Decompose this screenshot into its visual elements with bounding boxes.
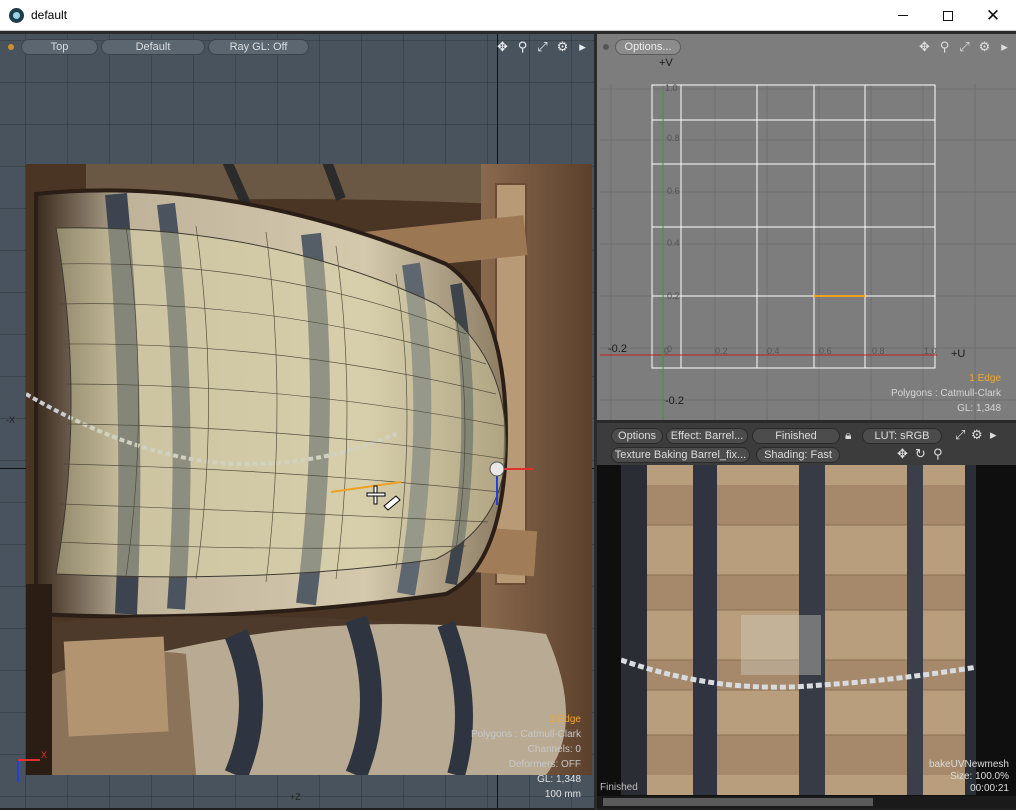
expand-icon[interactable]: ⤢: [955, 427, 965, 443]
effect-dropdown[interactable]: Effect: Barrel...: [666, 428, 748, 444]
maximize-icon: [943, 10, 953, 21]
uv-gl-count: GL: 1,348: [957, 403, 1001, 414]
baked-texture-image: [621, 465, 989, 795]
u-tick: 0.8: [872, 346, 885, 356]
viewport-tools: ✥ ⚲ ⤢ ⚙ ▸: [495, 39, 590, 54]
u-tick: 0.2: [715, 346, 728, 356]
v-tick: 1.0: [665, 83, 678, 93]
shading-dropdown[interactable]: Shading: Fast: [756, 447, 840, 463]
v-tick: 0.2: [667, 291, 680, 301]
app-icon: [9, 8, 24, 23]
fit-icon[interactable]: ⤢: [535, 39, 550, 54]
u-tick: 1.0: [924, 346, 937, 356]
expand-arrow-icon[interactable]: ▸: [575, 39, 590, 54]
move-icon[interactable]: ✥: [495, 39, 510, 54]
uv-grid: [600, 84, 1016, 420]
bake-preview-viewport[interactable]: Options Effect: Barrel... Finished 🔒︎ LU…: [597, 423, 1016, 808]
v-tick: 0.8: [667, 133, 680, 143]
lock-icon[interactable]: 🔒︎: [845, 428, 851, 443]
render-status-button[interactable]: Finished: [752, 428, 840, 444]
view-type-button[interactable]: Top: [21, 39, 98, 55]
uv-selection-count: 1 Edge: [969, 373, 1001, 384]
maximize-button[interactable]: [925, 0, 971, 31]
u-tick: -0.2: [608, 343, 627, 355]
window-titlebar: default ✕: [0, 0, 1016, 31]
bake-info: bakeUVNewmesh Size: 100.0% 00:00:21: [929, 759, 1009, 795]
window-title: default: [31, 8, 68, 22]
polygon-type: Polygons : Catmull-Clark: [470, 729, 581, 740]
v-tick: -0.2: [665, 395, 684, 407]
play-arrow-icon[interactable]: ▸: [990, 427, 997, 443]
refresh-icon[interactable]: ↻: [915, 446, 926, 462]
transform-gizmo[interactable]: [485, 457, 540, 507]
uv-viewport-info: 1 Edge Polygons : Catmull-Clark GL: 1,34…: [891, 371, 1001, 416]
close-icon: ✕: [985, 6, 1001, 25]
bake-scrollbar[interactable]: [597, 796, 1016, 808]
texture-baking-dropdown[interactable]: Texture Baking Barrel_fix...: [611, 447, 750, 463]
axis-orientation-gizmo: X: [17, 750, 47, 782]
lut-dropdown[interactable]: LUT: sRGB: [862, 428, 942, 444]
cursor-icon: [366, 485, 401, 511]
minimize-icon: [898, 15, 908, 16]
bake-mesh-name: bakeUVNewmesh: [928, 759, 1009, 770]
channel-count: Channels: 0: [527, 744, 581, 755]
view-style-button[interactable]: Default: [101, 39, 205, 55]
gear-icon[interactable]: ⚙: [555, 39, 570, 54]
axis-label-z: +Z: [290, 792, 301, 802]
uv-v-label: +V: [659, 57, 673, 69]
deformers-state: Deformers: OFF: [508, 759, 581, 770]
bake-toolbar: Options Effect: Barrel... Finished 🔒︎ LU…: [597, 423, 1016, 465]
uv-u-label: +U: [951, 348, 966, 360]
viewport-menu-dot[interactable]: [8, 44, 14, 50]
u-tick: 0: [664, 346, 670, 356]
u-tick: 0.4: [767, 346, 780, 356]
u-tick: 0.6: [819, 346, 832, 356]
viewport-toolbar: Top Default Ray GL: Off ✥ ⚲ ⤢ ⚙ ▸: [0, 34, 594, 58]
viewport-info: 1 Edge Polygons : Catmull-Clark Channels…: [471, 712, 581, 802]
bake-size: Size: 100.0%: [950, 771, 1009, 782]
bake-options-button[interactable]: Options: [611, 428, 663, 444]
raygl-button[interactable]: Ray GL: Off: [208, 39, 309, 55]
grid-scale: 100 mm: [544, 789, 581, 800]
svg-text:X: X: [41, 750, 47, 760]
bake-time: 00:00:21: [970, 783, 1009, 794]
bake-status-text: Finished: [600, 782, 638, 793]
uv-polygon-type: Polygons : Catmull-Clark: [890, 388, 1001, 399]
v-tick: 0.4: [667, 238, 680, 248]
gear-icon[interactable]: ⚙: [971, 427, 983, 443]
gl-count: GL: 1,348: [537, 774, 581, 785]
selection-count: 1 Edge: [549, 714, 581, 725]
bake-scrollbar-thumb[interactable]: [603, 798, 873, 806]
minimize-button[interactable]: [880, 0, 926, 31]
uv-viewport[interactable]: Options... ✥ ⚲ ⤢ ⚙ ▸ +V +U 1.0 0.8 0.6 0…: [597, 34, 1016, 420]
axis-label-x: -X: [6, 415, 15, 425]
baked-texture: [621, 465, 989, 795]
zoom-icon[interactable]: ⚲: [933, 446, 943, 462]
close-button[interactable]: ✕: [970, 0, 1016, 31]
main-3d-viewport[interactable]: Top Default Ray GL: Off ✥ ⚲ ⤢ ⚙ ▸ -X +Z: [0, 34, 594, 808]
zoom-icon[interactable]: ⚲: [515, 39, 530, 54]
v-tick: 0.6: [667, 186, 680, 196]
move-icon[interactable]: ✥: [897, 446, 908, 462]
